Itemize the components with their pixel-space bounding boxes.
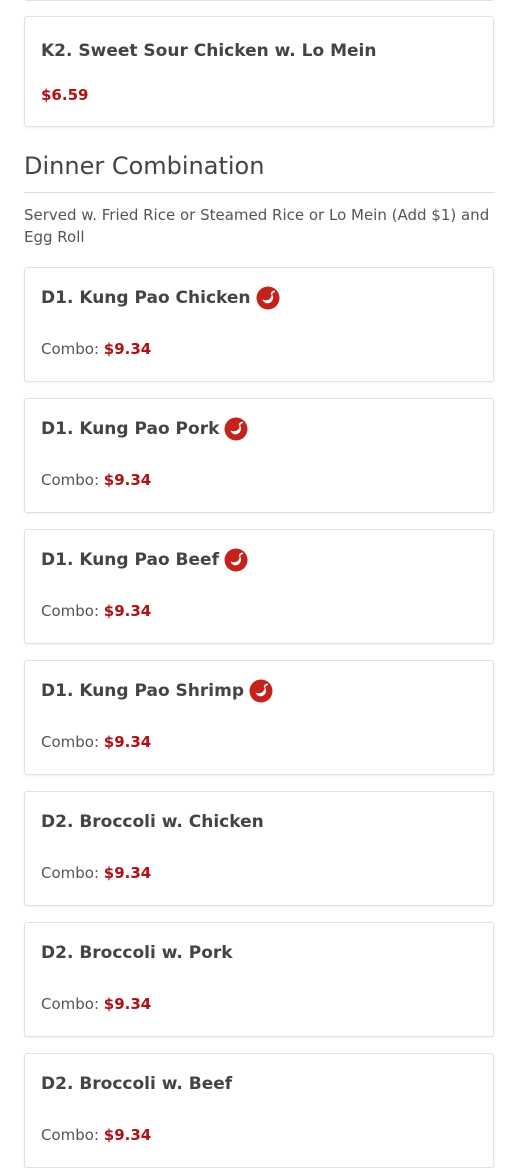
menu-item-price-line: Combo: $9.34 [41, 1126, 151, 1144]
menu-item-name: D2. Broccoli w. Beef [41, 1074, 233, 1094]
menu-item-name: D2. Broccoli w. Pork [41, 943, 233, 963]
menu-item-title: D1. Kung Pao Beef [41, 548, 248, 572]
section-description: Served w. Fried Rice or Steamed Rice or … [24, 206, 490, 246]
menu-item-name: D1. Kung Pao Beef [41, 550, 219, 570]
menu-item-price-line: Combo: $9.34 [41, 471, 151, 489]
menu-item-price-line: Combo: $9.34 [41, 602, 151, 620]
menu-item-title: D1. Kung Pao Shrimp [41, 679, 273, 703]
menu-item-price-line: $6.59 [41, 86, 88, 104]
chili-pepper-icon [249, 679, 273, 703]
menu-item-name: D1. Kung Pao Chicken [41, 288, 251, 308]
menu-item-price: $9.34 [103, 602, 152, 620]
menu-item-price-line: Combo: $9.34 [41, 995, 151, 1013]
price-label: Combo: [41, 864, 100, 882]
price-label: Combo: [41, 340, 100, 358]
chili-pepper-icon [224, 548, 248, 572]
menu-item-card[interactable]: D1. Kung Pao Beef Combo: $9.34 [24, 529, 494, 644]
menu-item-card[interactable]: D2. Broccoli w. Beef Combo: $9.34 [24, 1053, 494, 1168]
menu-item-price: $9.34 [103, 471, 152, 489]
menu-item-price: $9.34 [103, 864, 152, 882]
menu-item-card[interactable]: D1. Kung Pao Pork Combo: $9.34 [24, 398, 494, 513]
menu-item-name: D2. Broccoli w. Chicken [41, 812, 264, 832]
price-label: Combo: [41, 995, 100, 1013]
menu-item-price: $9.34 [103, 995, 152, 1013]
menu-item-price-line: Combo: $9.34 [41, 340, 151, 358]
menu-item-title: D1. Kung Pao Chicken [41, 286, 280, 310]
menu-item-price: $9.34 [103, 340, 152, 358]
chili-pepper-icon [256, 286, 280, 310]
price-label: Combo: [41, 602, 100, 620]
price-label: Combo: [41, 471, 100, 489]
partial-card-top [24, 0, 494, 1]
menu-item-title: D1. Kung Pao Pork [41, 417, 248, 441]
menu-item-title: D2. Broccoli w. Beef [41, 1074, 232, 1094]
menu-item-card[interactable]: D2. Broccoli w. Chicken Combo: $9.34 [24, 791, 494, 906]
menu-item-card[interactable]: D1. Kung Pao Chicken Combo: $9.34 [24, 267, 494, 382]
menu-item-title: D2. Broccoli w. Chicken [41, 812, 264, 832]
section-divider [24, 192, 495, 193]
price-label: Combo: [41, 733, 100, 751]
menu-item-name: K2. Sweet Sour Chicken w. Lo Mein [41, 41, 377, 61]
menu-item-name: D1. Kung Pao Shrimp [41, 681, 244, 701]
menu-item-price: $9.34 [103, 733, 152, 751]
chili-pepper-icon [224, 417, 248, 441]
menu-item-card[interactable]: D1. Kung Pao Shrimp Combo: $9.34 [24, 660, 494, 775]
menu-item-card[interactable]: K2. Sweet Sour Chicken w. Lo Mein $6.59 [24, 16, 494, 127]
section-title: Dinner Combination [24, 152, 265, 180]
menu-item-title: D2. Broccoli w. Pork [41, 943, 233, 963]
menu-item-price-line: Combo: $9.34 [41, 733, 151, 751]
menu-item-name: D1. Kung Pao Pork [41, 419, 220, 439]
menu-item-price-line: Combo: $9.34 [41, 864, 151, 882]
menu-item-card[interactable]: D2. Broccoli w. Pork Combo: $9.34 [24, 922, 494, 1037]
menu-item-price: $9.34 [103, 1126, 152, 1144]
menu-item-price: $6.59 [41, 86, 89, 104]
price-label: Combo: [41, 1126, 100, 1144]
